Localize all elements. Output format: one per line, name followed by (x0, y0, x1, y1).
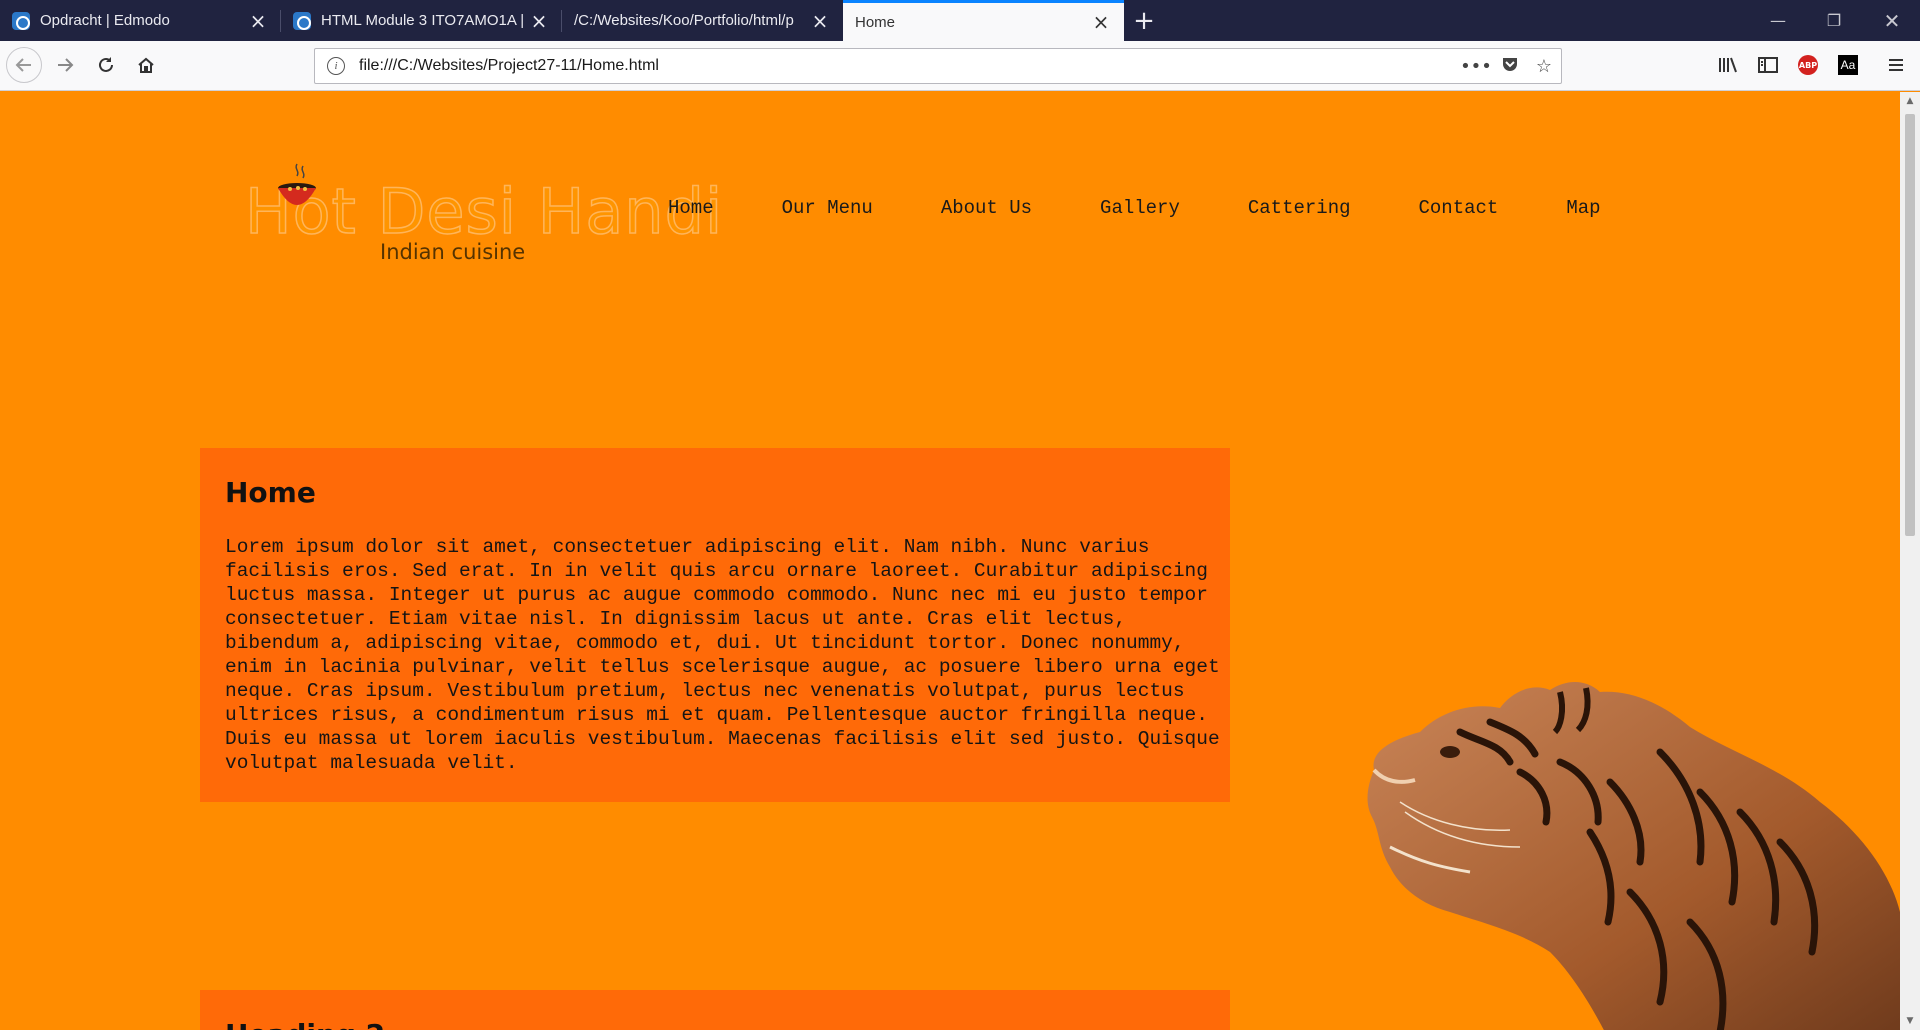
tab-portfolio[interactable]: /C:/Websites/Koo/Portfolio/html/p × (562, 0, 843, 41)
arrow-right-icon (58, 58, 74, 72)
section-heading: Home (225, 476, 316, 509)
reload-icon (99, 57, 113, 72)
main-nav: Home Our Menu About Us Gallery Cattering… (668, 197, 1669, 219)
nav-cattering[interactable]: Cattering (1248, 197, 1351, 219)
hamburger-menu-icon[interactable] (1878, 48, 1914, 82)
handi-bowl-icon (278, 163, 316, 205)
home-icon (138, 57, 154, 73)
tab-bar: Opdracht | Edmodo × HTML Module 3 ITO7AM… (0, 0, 1920, 41)
scrollbar-thumb[interactable] (1905, 114, 1915, 536)
tab-title: Opdracht | Edmodo (40, 12, 170, 29)
tab-edmodo[interactable]: Opdracht | Edmodo × (0, 0, 281, 41)
address-bar[interactable]: i file:///C:/Websites/Project27-11/Home.… (314, 48, 1562, 84)
close-icon[interactable]: × (528, 9, 550, 33)
reload-button[interactable] (89, 48, 123, 82)
arrow-left-icon (15, 58, 31, 72)
scroll-up-arrow-icon[interactable]: ▲ (1900, 92, 1920, 110)
close-icon[interactable]: × (247, 9, 269, 33)
nav-about-us[interactable]: About Us (941, 197, 1032, 219)
info-icon[interactable]: i (327, 57, 345, 75)
url-text[interactable]: file:///C:/Websites/Project27-11/Home.ht… (359, 57, 1459, 75)
minimize-button[interactable]: — (1750, 0, 1806, 41)
tab-html-module[interactable]: HTML Module 3 ITO7AMO1A | × (281, 0, 562, 41)
close-icon[interactable]: × (1090, 10, 1112, 34)
second-section: Heading 2 (200, 990, 1230, 1030)
vertical-scrollbar[interactable]: ▲ ▼ (1900, 92, 1920, 1030)
section-body: Lorem ipsum dolor sit amet, consectetuer… (225, 536, 1220, 774)
tab-title: /C:/Websites/Koo/Portfolio/html/p (574, 12, 794, 29)
back-button[interactable] (6, 47, 42, 83)
page-viewport: Hot Desi Handi Indian cuisine Home Our M… (0, 92, 1900, 1030)
logo-subtitle: Indian cuisine (380, 240, 526, 264)
edmodo-favicon-icon (12, 11, 30, 30)
home-button[interactable] (129, 48, 163, 82)
nav-gallery[interactable]: Gallery (1100, 197, 1180, 219)
close-icon[interactable]: × (809, 9, 831, 33)
section-heading: Heading 2 (225, 1018, 1220, 1030)
pocket-icon[interactable] (1493, 55, 1527, 78)
new-tab-button[interactable]: + (1124, 0, 1164, 41)
home-section: Home Lorem ipsum dolor sit amet, consect… (200, 448, 1230, 802)
nav-contact[interactable]: Contact (1419, 197, 1499, 219)
tiger-image (1367, 682, 1900, 1030)
edmodo-favicon-icon (293, 11, 311, 30)
close-window-button[interactable]: ✕ (1864, 0, 1920, 41)
tab-home[interactable]: Home × (843, 0, 1124, 41)
forward-button[interactable] (48, 48, 82, 82)
navigation-toolbar: i file:///C:/Websites/Project27-11/Home.… (0, 41, 1920, 91)
restore-button[interactable]: ❐ (1806, 0, 1862, 41)
scroll-down-arrow-icon[interactable]: ▼ (1900, 1012, 1920, 1030)
nav-home[interactable]: Home (668, 197, 714, 219)
sidebar-icon[interactable] (1750, 48, 1786, 82)
tab-title: Home (855, 13, 896, 31)
nav-our-menu[interactable]: Our Menu (782, 197, 873, 219)
nav-map[interactable]: Map (1566, 197, 1600, 219)
reader-view-icon[interactable]: Aa (1830, 48, 1866, 82)
tab-title: HTML Module 3 ITO7AMO1A | (321, 12, 525, 29)
library-icon[interactable] (1710, 48, 1746, 82)
bookmark-star-icon[interactable]: ☆ (1527, 56, 1561, 77)
adblock-plus-icon[interactable]: ABP (1790, 48, 1826, 82)
page-actions-icon[interactable]: ••• (1459, 56, 1493, 77)
